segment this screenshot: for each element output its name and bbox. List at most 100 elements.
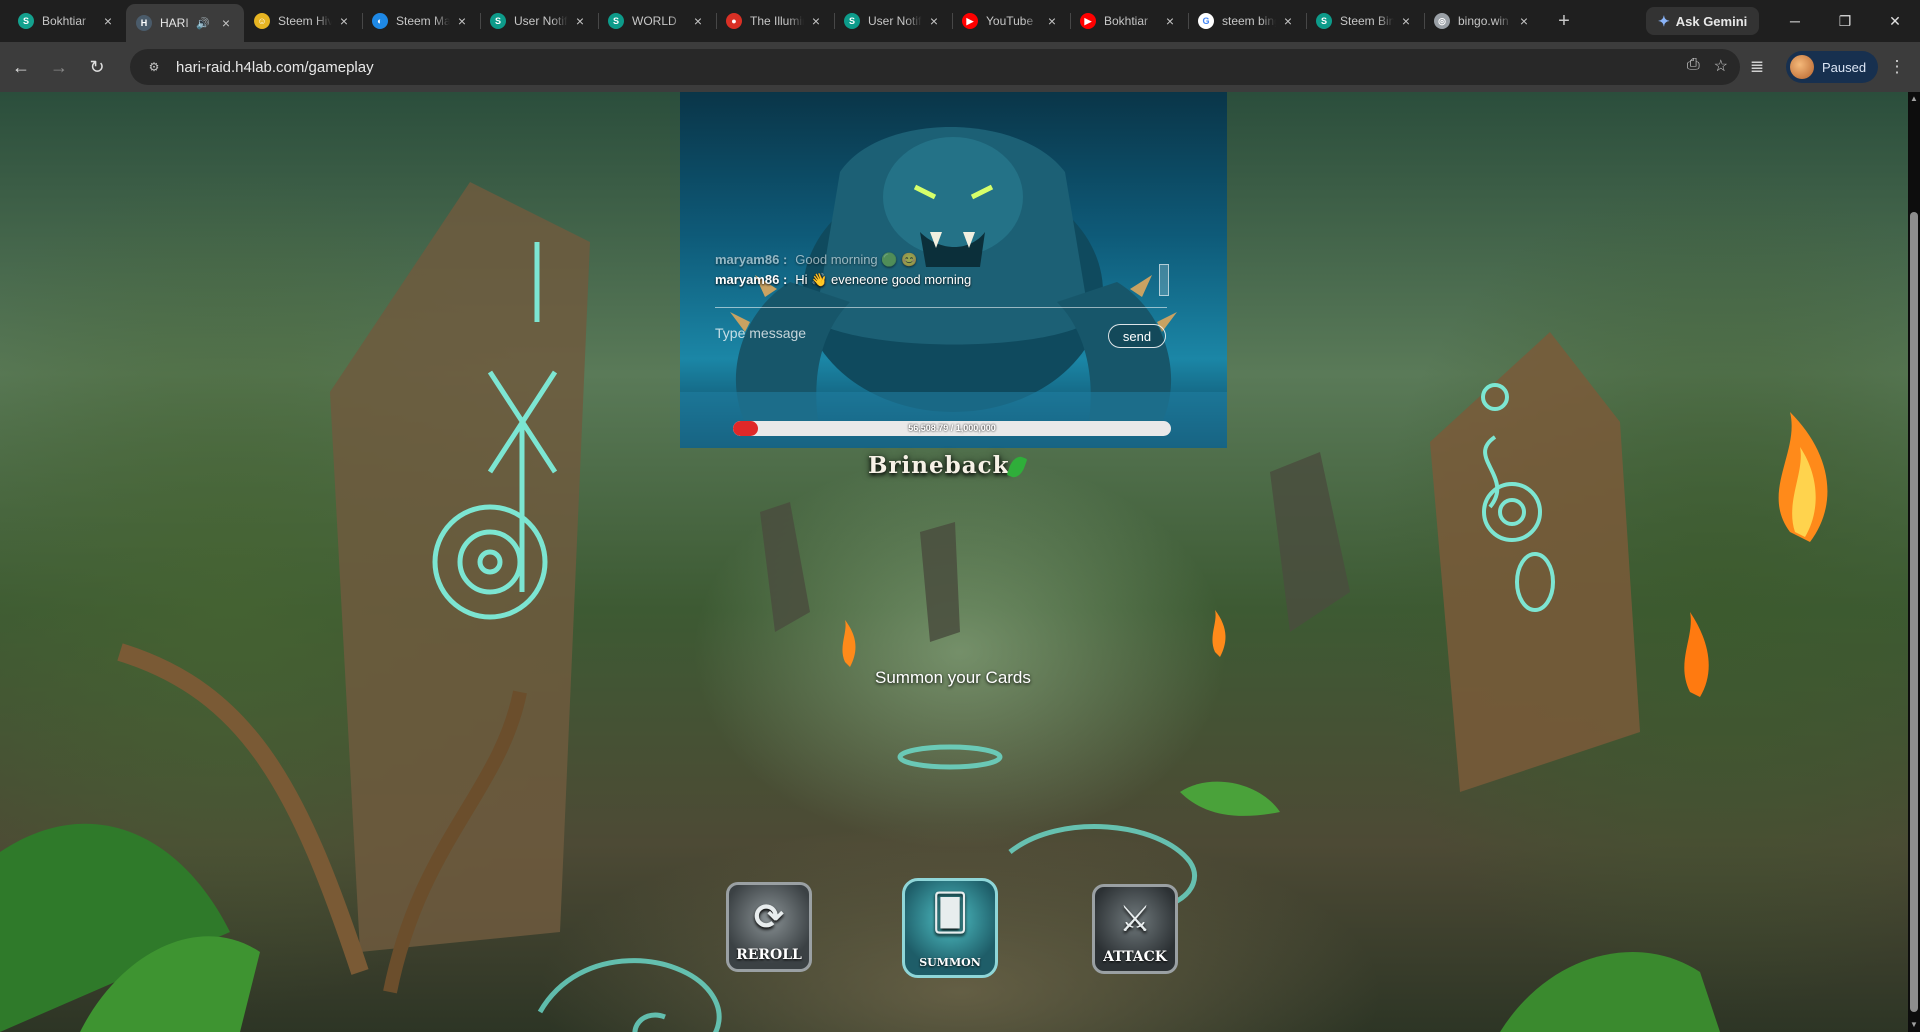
tab-favicon-icon: H <box>136 15 152 31</box>
summon-button[interactable]: 🂠 SUMMON <box>902 878 998 978</box>
summon-cards-icon: 🂠 <box>931 893 969 934</box>
reroll-arrows-icon: ⟳ <box>753 897 785 938</box>
tab-favicon-icon: S <box>1316 13 1332 29</box>
browser-tab[interactable]: Gsteem bingo × <box>1188 4 1306 38</box>
tab-close-icon[interactable]: × <box>1162 13 1178 29</box>
new-tab-button[interactable]: + <box>1550 7 1578 35</box>
minimize-icon[interactable]: ─ <box>1772 0 1818 42</box>
close-window-icon[interactable]: ✕ <box>1872 0 1918 42</box>
tab-favicon-icon: S <box>608 13 624 29</box>
profile-button[interactable]: Paused <box>1786 51 1879 83</box>
boss-health-bar: 56,508.79 / 1,000,000 <box>733 421 1171 436</box>
tab-title: steem bingo <box>1222 14 1276 28</box>
reroll-button[interactable]: ⟳ REROLL <box>726 882 812 972</box>
chat-divider <box>715 307 1167 308</box>
back-arrow-icon[interactable]: ← <box>4 50 38 84</box>
tab-close-icon[interactable]: × <box>336 13 352 29</box>
tab-title: The Illuminati <box>750 14 804 28</box>
chat-text: Hi 👋 eveneone good morning <box>795 272 972 287</box>
tab-close-icon[interactable]: × <box>454 13 470 29</box>
browser-tab[interactable]: S Steem Bingo × <box>1306 4 1424 38</box>
browser-tab[interactable]: ▶ YouTube × <box>952 4 1070 38</box>
tab-title: Steem Bingo <box>1340 14 1394 28</box>
scroll-down-icon[interactable]: ▼ <box>1909 1020 1919 1030</box>
tab-close-icon[interactable]: × <box>926 13 942 29</box>
chat-message: maryam86 : Good morning 🟢 😊 <box>715 252 917 268</box>
browser-toolbar: ← → ↻ ⚙ hari-raid.h4lab.com/gameplay ⎙ ☆… <box>0 42 1920 92</box>
reroll-label: REROLL <box>736 947 802 963</box>
tab-close-icon[interactable]: × <box>690 13 706 29</box>
attack-button[interactable]: ⚔ ATTACK <box>1092 884 1178 974</box>
tab-title: WORLD <box>632 14 677 28</box>
tab-title: YouTube <box>986 14 1034 28</box>
tab-close-icon[interactable]: × <box>218 15 234 31</box>
menu-kebab-icon[interactable]: ⋮ <box>1880 50 1914 84</box>
tab-title: HARI <box>160 16 189 30</box>
browser-tab[interactable]: ● The Illuminati × <box>716 4 834 38</box>
tab-close-icon[interactable]: × <box>1044 13 1060 29</box>
reload-icon[interactable]: ↻ <box>80 50 114 84</box>
browser-tab[interactable]: H HARI 🔊 × <box>126 4 244 42</box>
url-text[interactable]: hari-raid.h4lab.com/gameplay <box>176 59 374 76</box>
tab-list: S Bokhtiar × H HARI 🔊 × ☺ Steem Hive × ◐ Steem Mart… <box>0 0 1542 42</box>
ask-gemini-label: Ask Gemini <box>1675 13 1748 29</box>
browser-tab[interactable]: S Bokhtiar × <box>8 4 126 38</box>
attack-label: ATTACK <box>1103 949 1167 965</box>
avatar <box>1790 55 1814 79</box>
tab-title: bingo.win <box>1458 14 1509 28</box>
tab-favicon-icon: ▶ <box>962 13 978 29</box>
scroll-up-icon[interactable]: ▲ <box>1909 94 1919 104</box>
page-scrollbar[interactable]: ▲ ▼ <box>1908 92 1920 1032</box>
profile-status: Paused <box>1822 59 1867 75</box>
gemini-sparkle-icon: ✦ <box>1658 12 1670 29</box>
browser-tab[interactable]: ◎ bingo.win × <box>1424 4 1542 38</box>
bookmark-star-icon[interactable]: ☆ <box>1714 56 1728 76</box>
tab-close-icon[interactable]: × <box>1516 13 1532 29</box>
install-app-icon[interactable]: ⎙ <box>1687 56 1700 76</box>
browser-tab[interactable]: S User Notifications × <box>834 4 952 38</box>
page-viewport: maryam86 : Good morning 🟢 😊 maryam86 : Hi … <box>0 92 1908 1032</box>
tab-audio-icon[interactable]: 🔊 <box>196 17 210 30</box>
tab-close-icon[interactable]: × <box>808 13 824 29</box>
tab-favicon-icon: ▶ <box>1080 13 1096 29</box>
tab-title: Steem Mart <box>396 14 450 28</box>
chat-panel: maryam86 : Good morning 🟢 😊 maryam86 : Hi … <box>715 252 1169 388</box>
restore-icon[interactable]: ❐ <box>1822 0 1868 42</box>
site-info-icon[interactable]: ⚙ <box>142 55 166 79</box>
chat-username: maryam86 : <box>715 272 788 287</box>
browser-tab[interactable]: S User Notifications × <box>480 4 598 38</box>
summon-prompt: Summon your Cards <box>875 668 1031 687</box>
send-button[interactable]: send <box>1108 324 1166 348</box>
tab-favicon-icon: S <box>490 13 506 29</box>
tab-favicon-icon: S <box>844 13 860 29</box>
address-bar[interactable]: ⚙ hari-raid.h4lab.com/gameplay ⎙ ☆ <box>130 49 1740 85</box>
browser-tab[interactable]: ☺ Steem Hive × <box>244 4 362 38</box>
tab-favicon-icon: ☺ <box>254 13 270 29</box>
chat-message-input[interactable] <box>715 321 1025 345</box>
tab-close-icon[interactable]: × <box>572 13 588 29</box>
boss-name: Brineback <box>868 452 1010 479</box>
scrollbar-thumb[interactable] <box>1910 212 1918 1012</box>
crossed-swords-icon: ⚔ <box>1118 899 1152 940</box>
boss-health-text: 56,508.79 / 1,000,000 <box>908 423 996 433</box>
tab-strip: S Bokhtiar × H HARI 🔊 × ☺ Steem Hive × ◐ Steem Mart… <box>0 0 1920 42</box>
browser-tab[interactable]: S WORLD × <box>598 4 716 38</box>
ask-gemini-button[interactable]: ✦ Ask Gemini <box>1646 7 1760 35</box>
tab-close-icon[interactable]: × <box>1280 13 1296 29</box>
chat-message: maryam86 : Hi 👋 eveneone good morning <box>715 272 971 288</box>
tab-favicon-icon: ◐ <box>372 13 388 29</box>
tab-title: Bokhtiar <box>42 14 87 28</box>
chat-scrollbar[interactable] <box>1159 264 1169 296</box>
tab-title: Steem Hive <box>278 14 332 28</box>
tab-favicon-icon: ● <box>726 13 742 29</box>
tab-close-icon[interactable]: × <box>100 13 116 29</box>
tab-title: Bokhtiar <box>1104 14 1149 28</box>
tab-favicon-icon: G <box>1198 13 1214 29</box>
browser-tab[interactable]: ◐ Steem Mart × <box>362 4 480 38</box>
media-controls-icon[interactable]: ≣ <box>1740 50 1774 84</box>
forward-arrow-icon[interactable]: → <box>42 50 76 84</box>
chat-text: Good morning 🟢 😊 <box>795 252 918 267</box>
chat-username: maryam86 : <box>715 252 788 267</box>
browser-tab[interactable]: ▶ Bokhtiar × <box>1070 4 1188 38</box>
tab-close-icon[interactable]: × <box>1398 13 1414 29</box>
